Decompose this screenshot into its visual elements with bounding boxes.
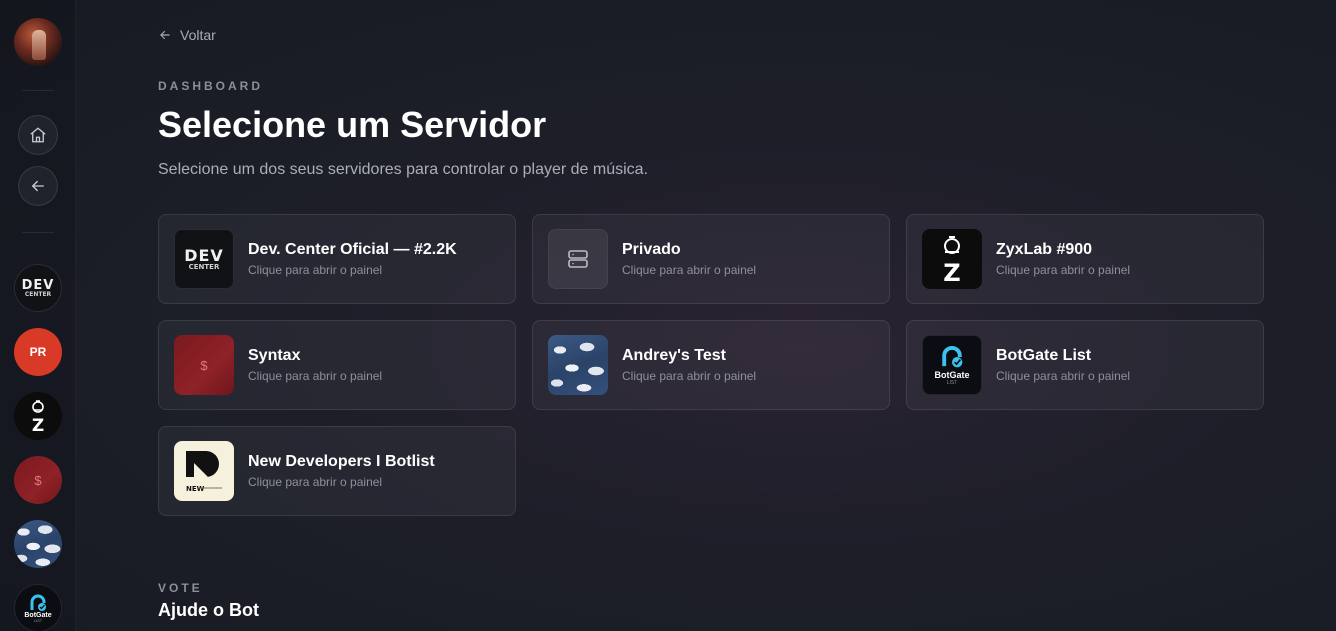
- server-thumbnail: DEV CENTER: [174, 229, 234, 289]
- sidebar-server-dev-center[interactable]: DEV CENTER: [14, 264, 62, 312]
- server-card-botgate[interactable]: BotGate LIST BotGate List Clique para ab…: [906, 320, 1264, 410]
- server-hint: Clique para abrir o painel: [996, 369, 1131, 383]
- sidebar-server-zyxlab[interactable]: Z: [14, 392, 62, 440]
- home-icon: [30, 127, 46, 143]
- page-subtitle: Selecione um dos seus servidores para co…: [158, 161, 649, 178]
- syntax-dollar-glyph: $: [200, 357, 208, 373]
- server-icon-text: DEV: [184, 245, 224, 265]
- server-hint: Clique para abrir o painel: [248, 263, 383, 277]
- server-hint: Clique para abrir o painel: [996, 263, 1131, 277]
- server-thumbnail: $: [174, 335, 234, 395]
- server-card-new-developers[interactable]: NEW New Developers I Botlist Clique para…: [158, 426, 516, 516]
- server-icon-text: CENTER: [188, 262, 220, 271]
- server-hint: Clique para abrir o painel: [622, 263, 757, 277]
- back-label: Voltar: [180, 27, 216, 43]
- server-card-andreys-test[interactable]: Andrey's Test Clique para abrir o painel: [532, 320, 890, 410]
- server-card-privado[interactable]: Privado Clique para abrir o painel: [532, 214, 890, 304]
- server-name: Dev. Center Oficial — #2.2K: [248, 241, 457, 258]
- server-name: Andrey's Test: [622, 347, 726, 364]
- botgate-sub-wordmark: LIST: [33, 617, 43, 623]
- server-hint: Clique para abrir o painel: [622, 369, 757, 383]
- server-icon: [568, 250, 588, 268]
- new-developers-logo-icon: NEW: [186, 451, 222, 493]
- botgate-wordmark: BotGate: [934, 369, 970, 380]
- server-thumbnail: [548, 229, 608, 289]
- page-title: Selecione um Servidor: [158, 104, 547, 145]
- back-link[interactable]: Voltar: [158, 27, 216, 43]
- new-developers-wordmark: NEW: [186, 485, 205, 493]
- sidebar: DEV CENTER PR Z $ BotGate LIST: [0, 0, 76, 631]
- server-name: Syntax: [248, 347, 301, 364]
- server-icon-text: DEV: [21, 277, 55, 293]
- zyxlab-logo-icon: Z: [943, 236, 961, 284]
- zyxlab-logo-icon: Z: [32, 400, 44, 433]
- server-name: BotGate List: [996, 347, 1092, 364]
- section-eyebrow: DASHBOARD: [158, 79, 263, 93]
- zyxlab-letter: Z: [943, 259, 960, 284]
- vote-eyebrow: VOTE: [158, 581, 203, 595]
- sidebar-divider: [22, 90, 54, 91]
- server-card-syntax[interactable]: $ Syntax Clique para abrir o painel: [158, 320, 516, 410]
- server-initials: PR: [29, 345, 47, 359]
- home-button[interactable]: [18, 115, 58, 155]
- sidebar-server-botgate[interactable]: BotGate LIST: [14, 584, 62, 631]
- zyxlab-letter: Z: [32, 416, 44, 433]
- server-name: New Developers I Botlist: [248, 453, 435, 470]
- user-avatar[interactable]: [14, 18, 62, 66]
- server-thumbnail: Z: [922, 229, 982, 289]
- server-card-dev-center[interactable]: DEV CENTER Dev. Center Oficial — #2.2K C…: [158, 214, 516, 304]
- server-icon-text: CENTER: [24, 290, 52, 298]
- sidebar-divider: [22, 232, 54, 233]
- vote-title: Ajude o Bot: [158, 600, 259, 620]
- server-name: ZyxLab #900: [996, 241, 1093, 258]
- sidebar-server-andreys-test[interactable]: [14, 520, 62, 568]
- server-name: Privado: [622, 241, 681, 258]
- botgate-logo-icon: [30, 594, 46, 611]
- server-hint: Clique para abrir o painel: [248, 369, 383, 383]
- botgate-logo-icon: [942, 345, 963, 367]
- sidebar-server-privado[interactable]: PR: [14, 328, 62, 376]
- server-hint: Clique para abrir o painel: [248, 475, 383, 489]
- arrow-left-icon: [32, 180, 44, 192]
- server-thumbnail: BotGate LIST: [922, 335, 982, 395]
- arrow-left-icon: [160, 30, 170, 40]
- server-thumbnail: NEW: [174, 441, 234, 501]
- server-card-zyxlab[interactable]: Z ZyxLab #900 Clique para abrir o painel: [906, 214, 1264, 304]
- server-thumbnail: [548, 335, 608, 395]
- sidebar-back-button[interactable]: [18, 166, 58, 206]
- syntax-dollar-glyph: $: [34, 472, 42, 488]
- sidebar-server-syntax[interactable]: $: [14, 456, 62, 504]
- botgate-sub-wordmark: LIST: [946, 379, 958, 386]
